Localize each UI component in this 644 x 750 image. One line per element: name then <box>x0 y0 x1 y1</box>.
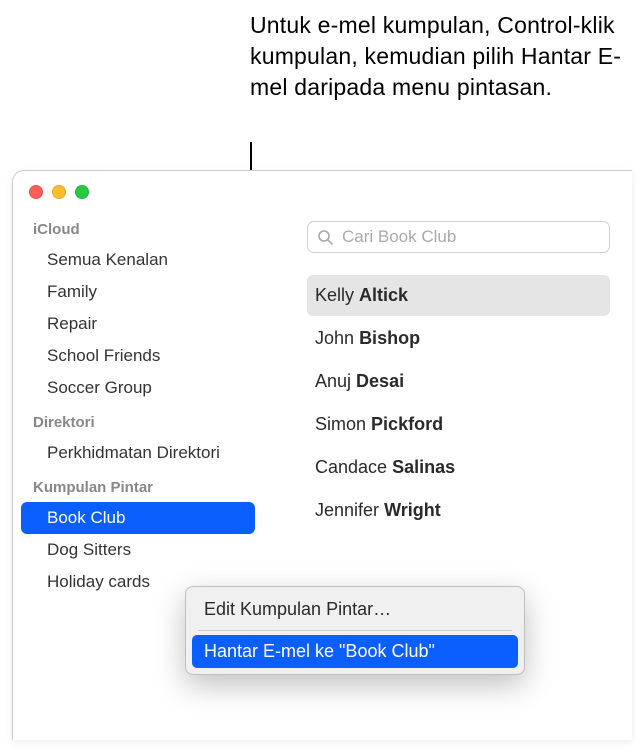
contact-row[interactable]: John Bishop <box>307 318 610 359</box>
contact-last-name: Altick <box>359 285 408 305</box>
contact-last-name: Bishop <box>359 328 420 348</box>
menu-separator <box>198 630 512 631</box>
sidebar-item-dog-sitters[interactable]: Dog Sitters <box>13 534 263 566</box>
contact-last-name: Pickford <box>371 414 443 434</box>
window-controls <box>13 171 632 209</box>
close-window-button[interactable] <box>29 185 43 199</box>
contact-row[interactable]: Anuj Desai <box>307 361 610 402</box>
zoom-window-button[interactable] <box>75 185 89 199</box>
sidebar-item-soccer-group[interactable]: Soccer Group <box>13 372 263 404</box>
sidebar-item-directory-services[interactable]: Perkhidmatan Direktori <box>13 437 263 469</box>
sidebar-section-header: iCloud <box>13 211 263 244</box>
sidebar-item-school-friends[interactable]: School Friends <box>13 340 263 372</box>
sidebar-section-header: Kumpulan Pintar <box>13 469 263 502</box>
sidebar-item-repair[interactable]: Repair <box>13 308 263 340</box>
sidebar-item-family[interactable]: Family <box>13 276 263 308</box>
sidebar-item-all-contacts[interactable]: Semua Kenalan <box>13 244 263 276</box>
contact-first-name: Kelly <box>315 285 354 305</box>
help-callout-text: Untuk e-mel kumpulan, Control-klik kumpu… <box>250 10 644 103</box>
contact-row[interactable]: Candace Salinas <box>307 447 610 488</box>
contact-first-name: John <box>315 328 354 348</box>
contact-last-name: Desai <box>356 371 404 391</box>
contact-first-name: Candace <box>315 457 387 477</box>
sidebar-section-header: Direktori <box>13 404 263 437</box>
menu-item-edit-smart-group[interactable]: Edit Kumpulan Pintar… <box>192 593 518 626</box>
contact-last-name: Salinas <box>392 457 455 477</box>
menu-item-send-email[interactable]: Hantar E-mel ke "Book Club" <box>192 635 518 668</box>
contact-row[interactable]: Jennifer Wright <box>307 490 610 531</box>
sidebar-item-book-club[interactable]: Book Club <box>21 502 255 534</box>
contact-list: Kelly Altick John Bishop Anuj Desai Simo… <box>263 275 632 531</box>
context-menu: Edit Kumpulan Pintar… Hantar E-mel ke "B… <box>185 586 525 675</box>
contact-first-name: Anuj <box>315 371 351 391</box>
contact-first-name: Jennifer <box>315 500 379 520</box>
search-input[interactable] <box>307 221 610 253</box>
minimize-window-button[interactable] <box>52 185 66 199</box>
contact-last-name: Wright <box>384 500 441 520</box>
search-container <box>307 221 610 253</box>
contacts-window: iCloud Semua Kenalan Family Repair Schoo… <box>12 170 632 740</box>
contact-first-name: Simon <box>315 414 366 434</box>
contact-row[interactable]: Kelly Altick <box>307 275 610 316</box>
contact-row[interactable]: Simon Pickford <box>307 404 610 445</box>
